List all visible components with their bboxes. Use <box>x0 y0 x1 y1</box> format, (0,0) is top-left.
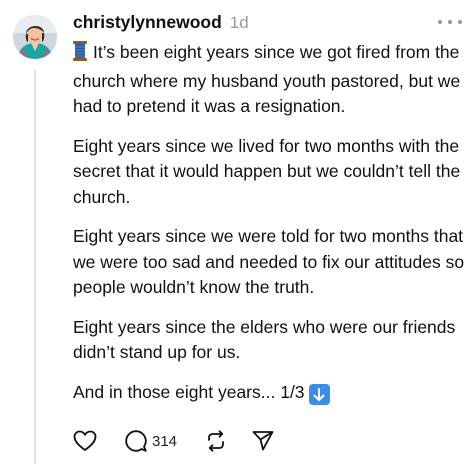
username[interactable]: christylynnewood <box>73 12 222 33</box>
post-body: It’s been eight years since we got fired… <box>73 40 465 419</box>
comment-icon <box>124 429 148 453</box>
post-paragraph: Eight years since the elders who were ou… <box>73 315 465 366</box>
reply-button[interactable]: 314 <box>124 429 177 453</box>
more-options-icon[interactable] <box>438 14 462 30</box>
repost-button[interactable] <box>204 429 228 453</box>
post-text: It’s been eight years since we got fired… <box>73 42 461 116</box>
post-text: Eight years since we were told for two m… <box>73 226 465 297</box>
share-button[interactable] <box>251 429 275 453</box>
reply-count: 314 <box>152 432 178 450</box>
action-bar: 314 <box>73 428 275 454</box>
thread-spool-icon <box>73 41 87 69</box>
post-paragraph: It’s been eight years since we got fired… <box>73 40 465 120</box>
post-paragraph: Eight years since we were told for two m… <box>73 224 465 301</box>
like-button[interactable] <box>73 430 97 452</box>
post-text: And in those eight years... 1/3 <box>73 381 305 402</box>
heart-icon <box>73 430 97 452</box>
repost-icon <box>204 429 228 453</box>
thread-post: christylynnewood 1d It’s been eight year… <box>0 0 474 464</box>
avatar[interactable] <box>13 15 57 59</box>
timestamp[interactable]: 1d <box>230 13 249 33</box>
post-text: Eight years since the elders who were ou… <box>73 316 456 363</box>
post-text: Eight years since we lived for two month… <box>73 135 461 207</box>
down-arrow-icon <box>308 384 330 405</box>
post-paragraph: And in those eight years... 1/3 <box>73 380 465 405</box>
send-icon <box>251 429 275 453</box>
thread-line <box>34 69 36 464</box>
post-header: christylynnewood 1d <box>73 12 249 40</box>
post-paragraph: Eight years since we lived for two month… <box>73 134 465 211</box>
